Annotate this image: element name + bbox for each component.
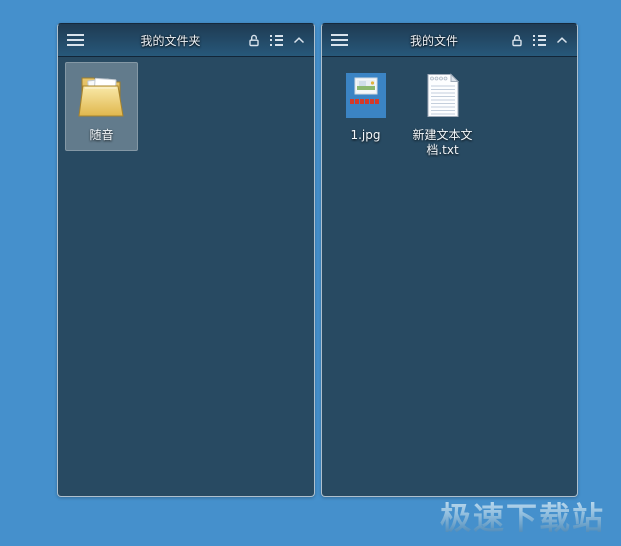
fence-panel-my-folder: 我的文件夹 随音: [57, 23, 315, 497]
image-file-item[interactable]: 1.jpg: [329, 62, 402, 151]
fence-panel-my-files: 我的文件 1.jpg 新建文本文档.txt: [321, 23, 578, 497]
image-thumbnail-icon: [345, 66, 386, 124]
chevron-up-icon[interactable]: [293, 36, 305, 44]
hamburger-menu-icon[interactable]: [67, 31, 93, 49]
item-label: 新建文本文档.txt: [412, 128, 473, 157]
fence-titlebar[interactable]: 我的文件夹: [58, 24, 314, 57]
titlebar-actions: [248, 32, 305, 48]
text-document-icon: [426, 66, 460, 124]
fence-title: 我的文件夹: [140, 33, 201, 48]
watermark: 极速下载站: [440, 493, 605, 538]
list-view-icon[interactable]: [270, 32, 283, 48]
unlock-icon[interactable]: [248, 34, 260, 47]
text-file-item[interactable]: 新建文本文档.txt: [406, 62, 479, 166]
fence-titlebar[interactable]: 我的文件: [322, 24, 577, 57]
hamburger-menu-icon[interactable]: [331, 31, 357, 49]
item-label: 1.jpg: [350, 128, 381, 142]
fence-title: 我的文件: [409, 33, 458, 48]
fence-body: 1.jpg 新建文本文档.txt: [322, 57, 577, 171]
chevron-up-icon[interactable]: [556, 36, 568, 44]
item-label: 随音: [89, 128, 114, 142]
folder-item[interactable]: 随音: [65, 62, 138, 151]
fence-body: 随音: [58, 57, 314, 156]
folder-icon: [77, 66, 127, 124]
titlebar-actions: [511, 32, 568, 48]
unlock-icon[interactable]: [511, 34, 523, 47]
list-view-icon[interactable]: [533, 32, 546, 48]
